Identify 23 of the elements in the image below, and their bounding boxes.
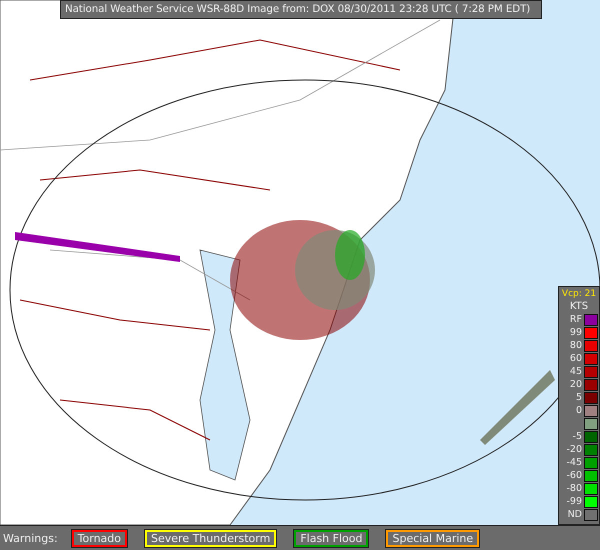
warning-type-tag: Special Marine <box>386 530 480 546</box>
legend-label: -5 <box>572 431 582 442</box>
legend-label: 20 <box>570 379 582 390</box>
warning-type-tag: Tornado <box>72 530 128 546</box>
legend-label: ND <box>568 509 582 520</box>
legend-label: RF <box>570 314 582 325</box>
legend-label: 0 <box>576 405 582 416</box>
warnings-label: Warnings: <box>3 532 58 544</box>
legend-mode: Vcp: 21 <box>562 289 596 299</box>
legend-label: 60 <box>570 353 582 364</box>
legend-label: -99 <box>566 496 582 507</box>
legend-label: -80 <box>566 483 582 494</box>
legend-label: 80 <box>570 340 582 351</box>
warning-type-tag: Flash Flood <box>294 530 368 546</box>
legend-units: KTS <box>570 301 588 312</box>
header-title: National Weather Service WSR-88D Image from: DOX 08/30/2011 23:28 UTC ( 7:28 PM EDT) <box>60 0 542 19</box>
legend-label: -45 <box>566 457 582 468</box>
legend-label: 99 <box>570 327 582 338</box>
legend-label: 45 <box>570 366 582 377</box>
legend-label: -20 <box>566 444 582 455</box>
legend-label: -60 <box>566 470 582 481</box>
legend-label: 5 <box>576 392 582 403</box>
warning-type-tag: Severe Thunderstorm <box>145 530 276 546</box>
